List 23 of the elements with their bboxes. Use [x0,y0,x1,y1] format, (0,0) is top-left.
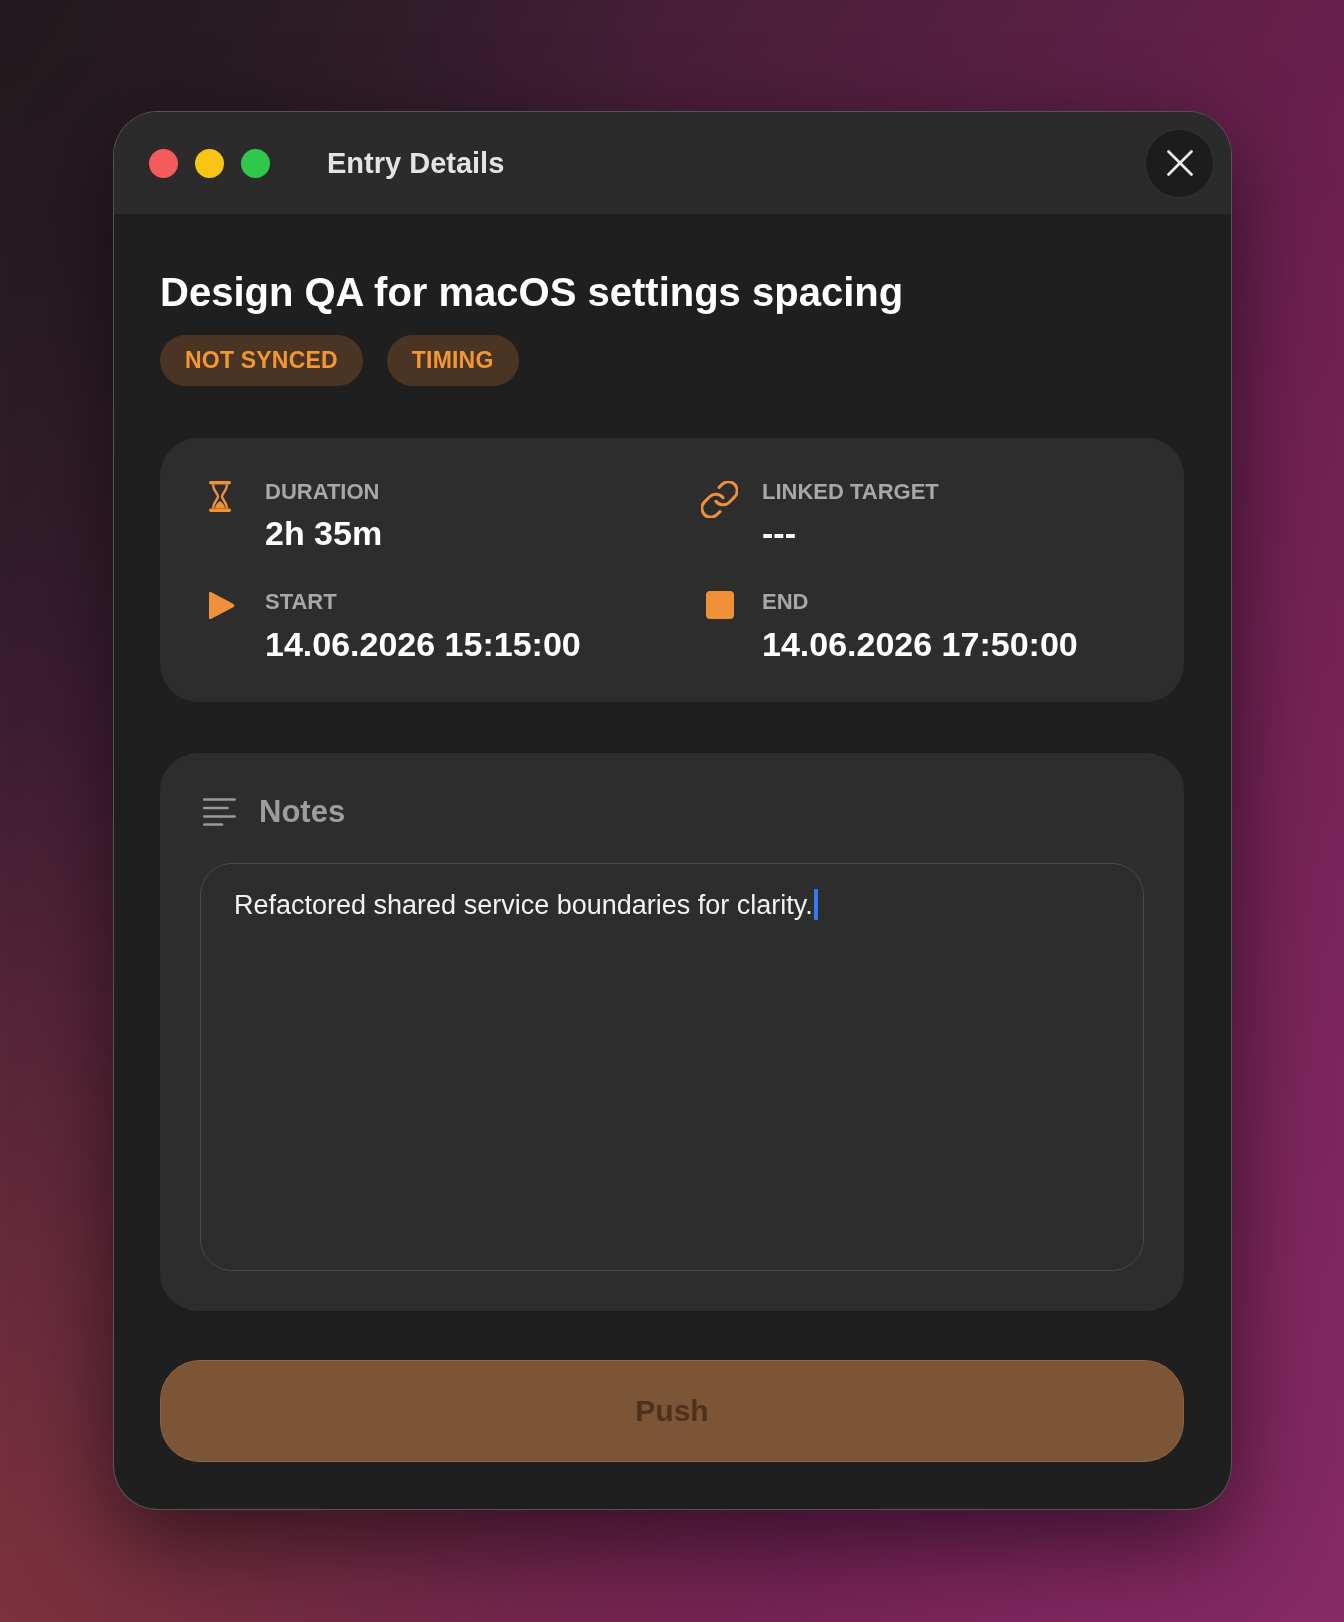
text-lines-icon [203,797,236,826]
hourglass-icon [209,481,231,512]
status-tag: NOT SYNCED [160,335,363,386]
notes-heading: Notes [259,793,346,831]
window-title: Entry Details [327,145,505,181]
detail-value: 2h 35m [265,513,384,555]
detail-value: --- [762,513,797,555]
window-minimize-button[interactable] [195,148,224,178]
link-icon [701,481,738,518]
window-zoom-button[interactable] [241,148,270,178]
detail-label: LINKED TARGET [762,479,940,506]
detail-value: 14.06.2026 17:50:00 [762,623,1079,665]
detail-label: END [762,589,810,616]
detail-label: DURATION [265,479,381,506]
window-close-button[interactable] [149,148,178,178]
detail-value: 14.06.2026 15:15:00 [265,623,582,665]
detail-label: START [265,589,338,616]
notes-field[interactable]: Refactored shared service boundaries for clarity. [200,862,1144,1271]
status-tag: TIMING [386,335,519,386]
close-icon [1166,150,1193,176]
entry-title: Design QA for macOS settings spacing [160,269,905,316]
stop-icon [706,591,734,620]
play-icon [209,591,235,621]
